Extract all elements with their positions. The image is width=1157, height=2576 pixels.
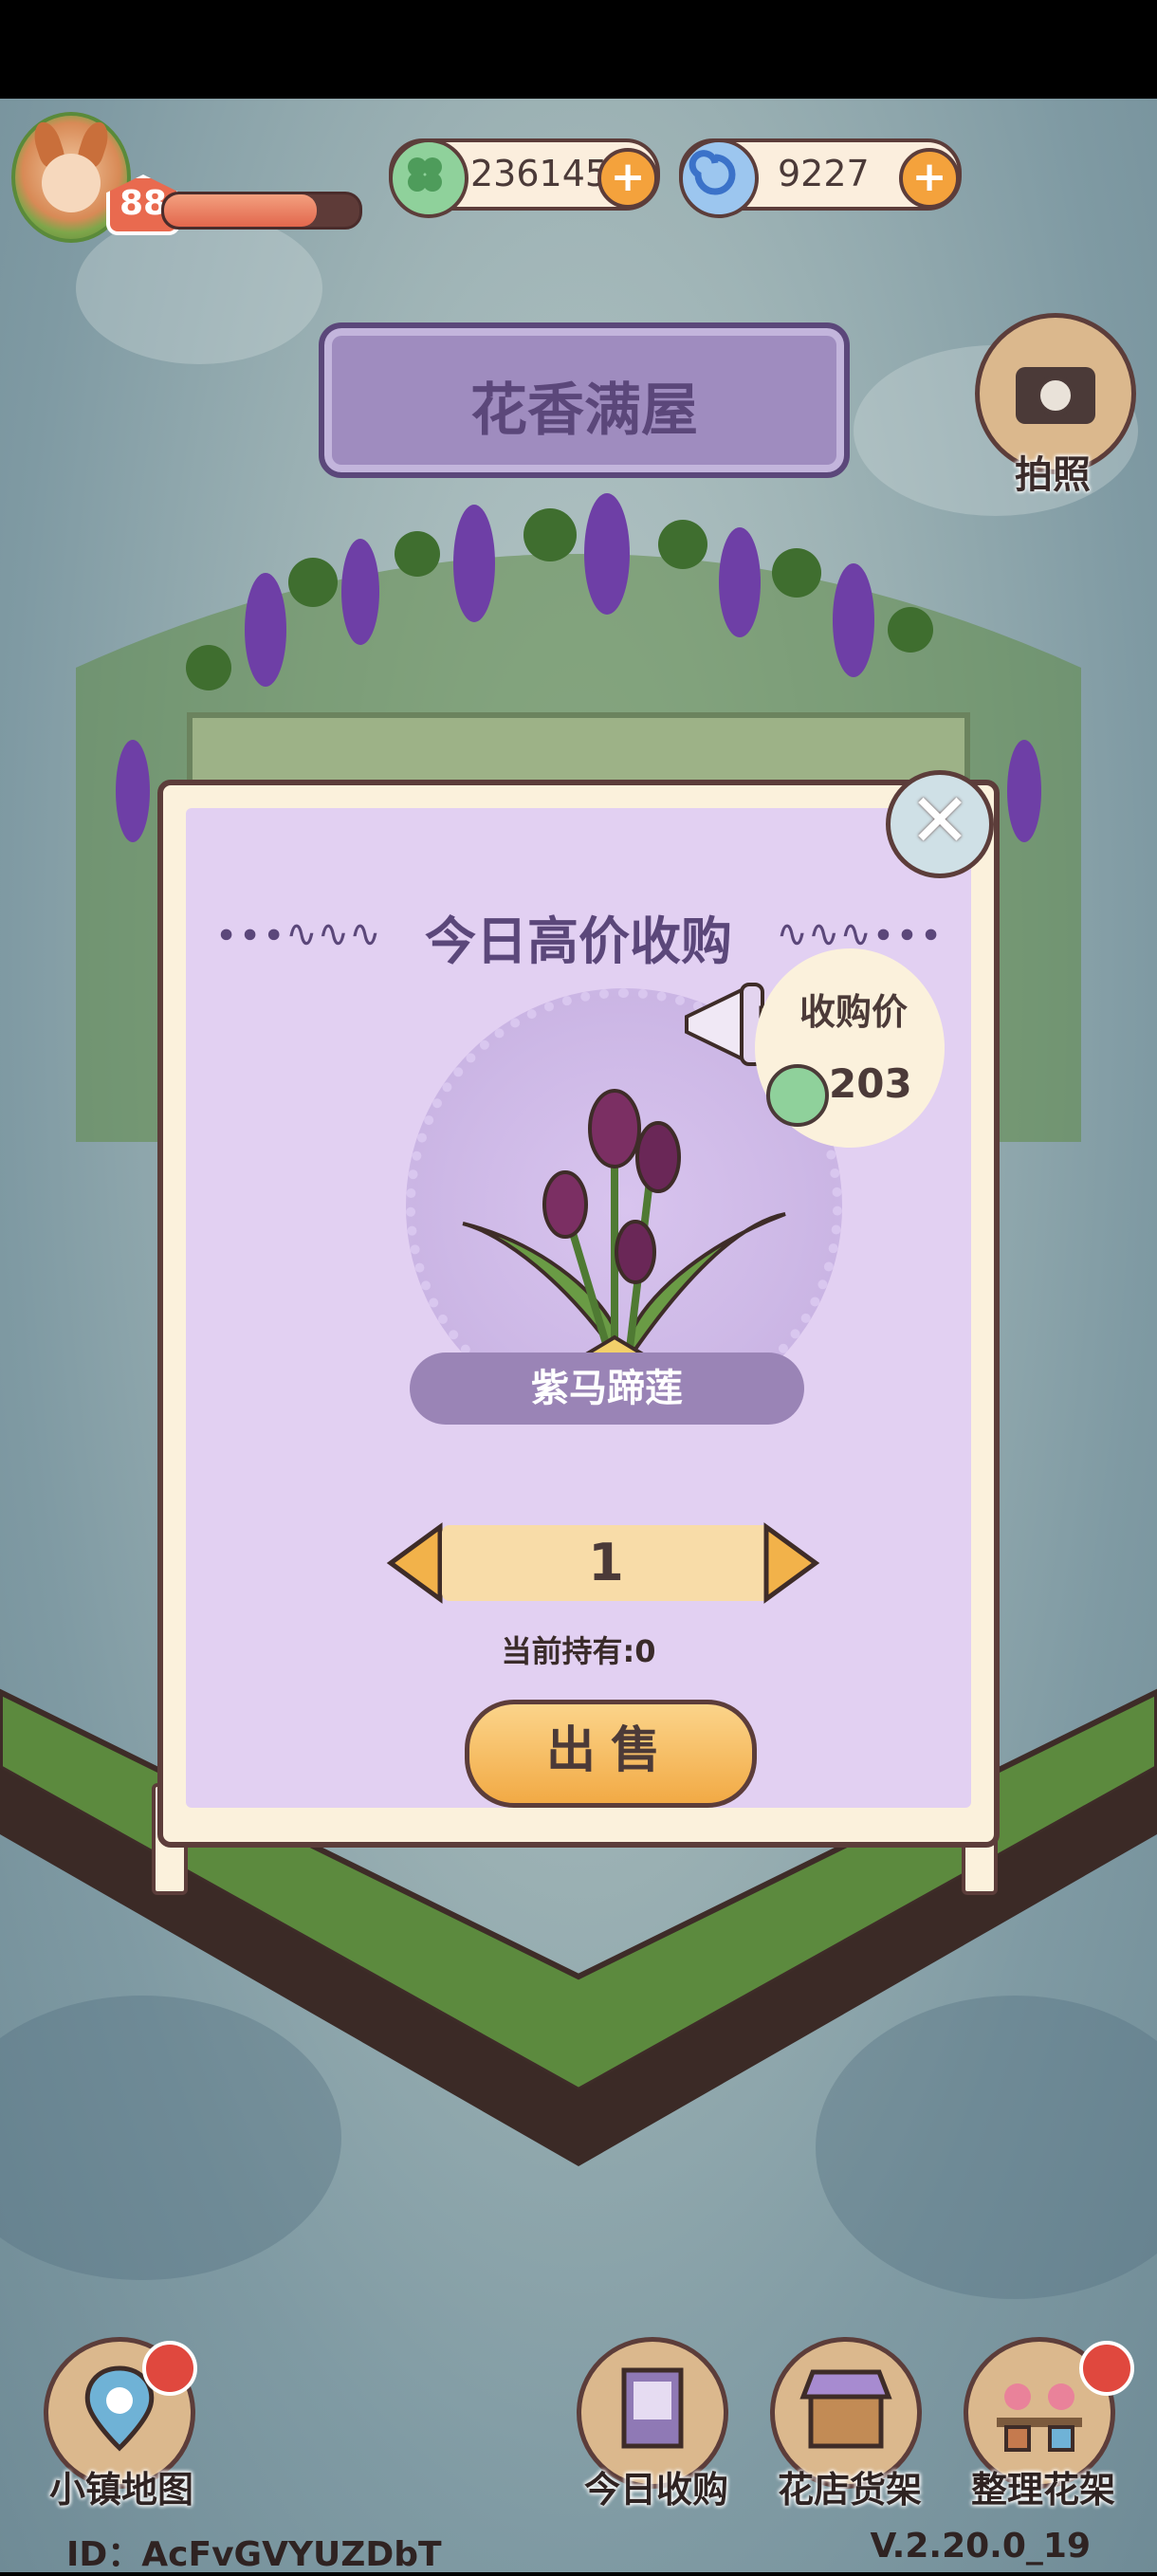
sell-button[interactable]: 出售 bbox=[465, 1700, 757, 1808]
swirl-icon bbox=[679, 138, 759, 218]
daily-purchase-label: 今日收购 bbox=[583, 2469, 728, 2511]
map-notification-dot bbox=[142, 2341, 197, 2396]
swirl-currency: 9227 + bbox=[679, 138, 962, 218]
location-title: 花香满屋 bbox=[470, 377, 698, 444]
arrange-shelf-label: 整理花架 bbox=[970, 2469, 1115, 2511]
increase-quantity-button[interactable] bbox=[761, 1521, 821, 1605]
scroll-ornament-right: ∿∿∿∙∙∙ bbox=[776, 912, 943, 956]
holding-count: 当前持有:0 bbox=[501, 1633, 656, 1669]
swirl-amount: 9227 bbox=[778, 153, 870, 194]
price-label: 收购价 bbox=[799, 991, 908, 1033]
camera-label: 拍照 bbox=[1015, 453, 1091, 497]
version-text: V.2.20.0_19 bbox=[870, 2527, 1091, 2566]
player-id: ID：AcFvGVYUZDbT bbox=[66, 2535, 442, 2574]
town-map-label: 小镇地图 bbox=[48, 2469, 193, 2511]
quantity-value: 1 bbox=[588, 1533, 624, 1592]
xp-bar bbox=[161, 192, 362, 230]
clover-icon bbox=[766, 1064, 829, 1127]
add-clover-button[interactable]: + bbox=[597, 148, 658, 209]
close-button[interactable]: ✕ bbox=[886, 770, 994, 878]
item-name: 紫马蹄莲 bbox=[410, 1352, 804, 1425]
add-swirl-button[interactable]: + bbox=[899, 148, 960, 209]
location-plaque: 花香满屋 bbox=[319, 322, 850, 478]
dialog-panel: ∙∙∙∿∿∿ 今日高价收购 ∿∿∿∙∙∙ 收购价 203 紫马蹄莲 1 当前持有… bbox=[186, 808, 971, 1808]
decrease-quantity-button[interactable] bbox=[385, 1521, 446, 1605]
clover-icon bbox=[389, 138, 468, 218]
purchase-dialog: ∙∙∙∿∿∿ 今日高价收购 ∿∿∿∙∙∙ 收购价 203 紫马蹄莲 1 当前持有… bbox=[157, 780, 1000, 1848]
xp-bar-fill bbox=[164, 194, 317, 227]
calla-lily-illustration bbox=[462, 1089, 786, 1398]
clover-amount: 236145 bbox=[470, 153, 609, 194]
quantity-stepper: 1 bbox=[442, 1525, 770, 1601]
arrange-notification-dot bbox=[1079, 2341, 1134, 2396]
flower-shop-shelf-label: 花店货架 bbox=[777, 2469, 922, 2511]
price-value: 203 bbox=[829, 1060, 912, 1107]
clover-currency: 236145 + bbox=[389, 138, 660, 218]
